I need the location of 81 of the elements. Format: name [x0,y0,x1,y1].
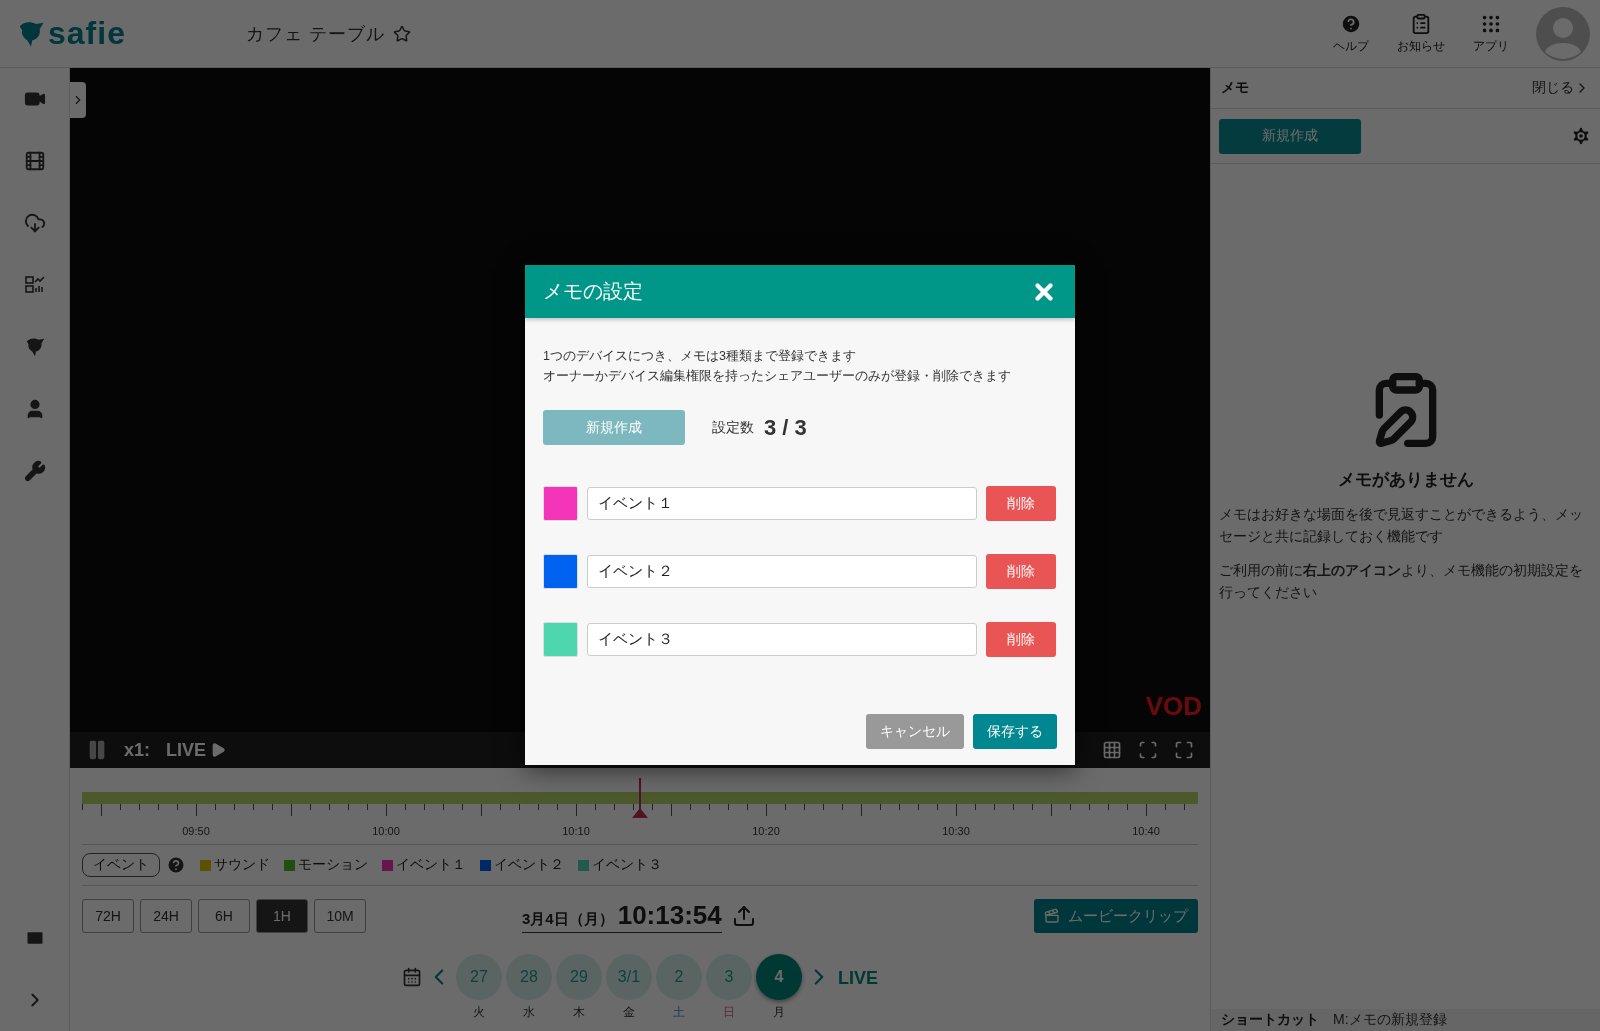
range-button[interactable]: 6H [198,899,250,933]
color-swatch[interactable] [543,486,578,521]
legend-label: イベント３ [592,856,662,874]
save-button[interactable]: 保存する [973,714,1057,749]
event-filter-button[interactable]: イベント [82,853,160,877]
live-link[interactable]: LIVE [838,968,878,989]
weekday-label: 月 [773,1004,785,1021]
event-name-field[interactable]: イベント２ [587,555,977,588]
help-icon [1340,12,1362,35]
live-button[interactable]: LIVE [166,739,227,761]
time-tick-label: 10:10 [562,825,590,837]
color-swatch[interactable] [543,622,578,657]
color-swatch[interactable] [543,554,578,589]
event-name-field[interactable]: イベント３ [587,623,977,656]
new-memo-button[interactable]: 新規作成 [1219,118,1361,154]
time-tick-label: 10:40 [1132,825,1160,837]
weekday-label: 火 [473,1004,485,1021]
nav-button[interactable]: お知らせ [1386,12,1456,55]
camera-name: カフェ テーブル [246,22,385,46]
delete-button[interactable]: 削除 [986,486,1056,521]
nav-button[interactable]: アプリ [1456,12,1526,55]
nav-button[interactable]: ヘルプ [1316,12,1386,55]
clipboard-icon [1410,12,1432,35]
fullscreen-icon[interactable] [1174,740,1194,760]
count-label: 設定数 [712,418,754,437]
legend-label: モーション [298,856,368,874]
panel-title: メモ [1221,79,1249,97]
clapperboard-icon [1044,908,1060,924]
delete-button[interactable]: 削除 [986,554,1056,589]
weekday-label: 木 [573,1004,585,1021]
count-value: 3 / 3 [764,414,807,441]
movie-clip-button[interactable]: ムービークリップ [1034,899,1198,933]
fit-icon[interactable] [1138,740,1158,760]
vod-label: VOD [1145,691,1202,722]
day-button[interactable]: 27 [456,954,502,1000]
weekday-label: 日 [723,1004,735,1021]
delete-button[interactable]: 削除 [986,622,1056,657]
settings-icon[interactable] [1570,125,1592,147]
weekday-label: 金 [623,1004,635,1021]
dialog-note: オーナーかデバイス編集権限を持ったシェアユーザーのみが登録・削除できます [543,368,1012,385]
play-icon [210,742,227,758]
shortcut-label: ショートカット [1221,1011,1319,1029]
range-button[interactable]: 1H [256,899,308,933]
legend-label: サウンド [214,856,270,874]
shortcut-text: M:メモの新規登録 [1333,1011,1447,1029]
weekday-label: 土 [673,1004,685,1021]
empty-title: メモがありません [1337,469,1474,491]
time-tick-label: 10:30 [942,825,970,837]
day-button[interactable]: 2 [656,954,702,1000]
range-button[interactable]: 24H [140,899,192,933]
grid-icon[interactable] [1102,740,1122,760]
panel-description: メモはお好きな場面を後で見返すことができるよう、メッセージと共に記録しておく機能です [1219,505,1584,546]
date-text[interactable]: 3月4日（月） [522,909,614,929]
time-tick-label: 09:50 [182,825,210,837]
playhead-marker[interactable] [631,778,649,818]
help-icon[interactable] [166,855,186,875]
logo[interactable]: safie [48,15,126,52]
time-tick-label: 10:00 [372,825,400,837]
range-button[interactable]: 72H [82,899,134,933]
day-button[interactable]: 3 [706,954,752,1000]
close-link[interactable]: 閉じる [1532,79,1590,97]
day-button[interactable]: 3/1 [606,954,652,1000]
panel-description: ご利用の前に右上のアイコンより、メモ機能の初期設定を行ってください [1219,561,1584,602]
weekday-label: 水 [523,1004,535,1021]
dialog-note: 1つのデバイスにつき、メモは3種類まで登録できます [543,348,857,365]
speed-label: x1: [124,739,150,761]
cancel-button[interactable]: キャンセル [866,714,964,749]
dialog-title: メモの設定 [543,279,643,304]
legend-label: イベント２ [494,856,564,874]
share-icon[interactable] [731,904,756,928]
day-button[interactable]: 28 [506,954,552,1000]
calendar-icon[interactable] [402,967,422,987]
time-text[interactable]: 10:13:54 [617,899,722,931]
day-button[interactable]: 29 [556,954,602,1000]
star-icon[interactable] [393,24,411,43]
event-name-field[interactable]: イベント１ [587,487,977,520]
legend-label: イベント１ [396,856,466,874]
range-button[interactable]: 10M [314,899,366,933]
expand-button[interactable] [70,82,86,118]
time-tick-label: 10:20 [752,825,780,837]
day-button[interactable]: 4 [756,954,802,1000]
